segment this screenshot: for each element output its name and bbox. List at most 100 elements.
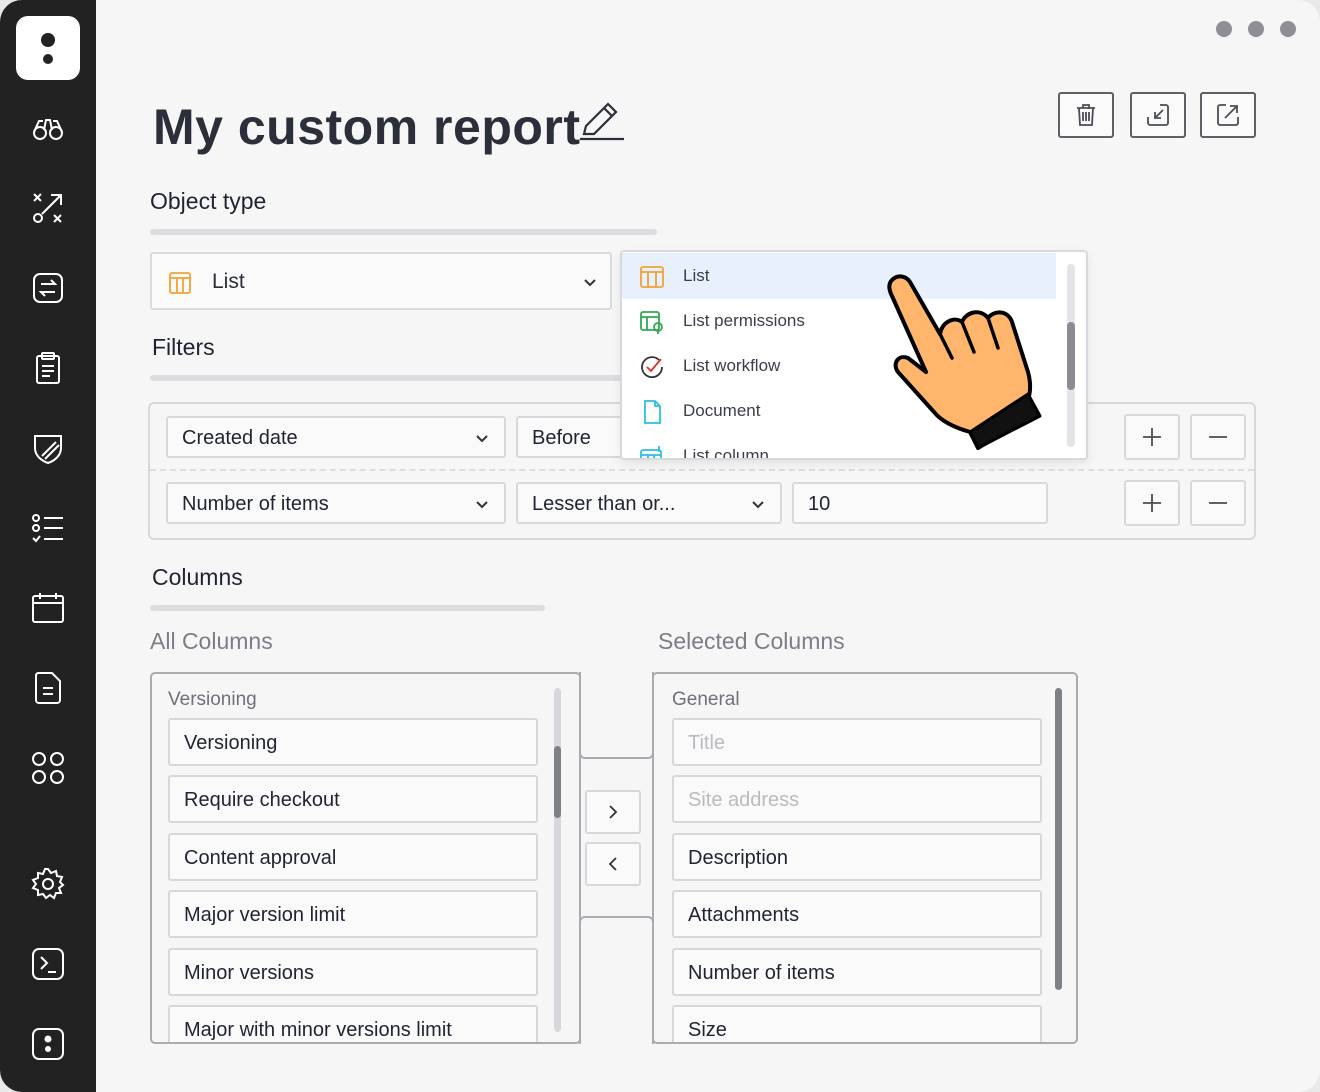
filter-divider (150, 469, 1254, 471)
section-underline (150, 229, 657, 235)
list-item-label: Versioning (184, 732, 278, 754)
document-icon (644, 400, 661, 424)
list-item-label: Major with minor versions limit (184, 1019, 452, 1041)
app-logo-icon[interactable] (28, 1024, 68, 1064)
apps-icon[interactable] (28, 748, 68, 788)
filter-operator-value: Lesser than or... (532, 493, 676, 515)
columns-label: Columns (152, 564, 243, 590)
filter-field-select[interactable]: Number of items (166, 482, 506, 524)
remove-filter-button[interactable] (1190, 414, 1246, 460)
object-type-select[interactable]: List (150, 252, 612, 310)
list-item-label: Require checkout (184, 789, 340, 811)
export-button[interactable] (1200, 92, 1256, 138)
document-icon[interactable] (28, 668, 68, 708)
transfer-icon[interactable] (28, 268, 68, 308)
list-item[interactable]: Major version limit (168, 890, 538, 938)
scrollbar[interactable] (554, 688, 561, 1032)
group-label: General (672, 689, 740, 710)
workflow-icon (641, 356, 663, 379)
list-item[interactable]: Size (672, 1005, 1042, 1042)
list-item-label: Number of items (688, 962, 835, 984)
list-item[interactable]: Versioning (168, 718, 538, 766)
window-controls[interactable] (1216, 21, 1296, 37)
export-icon (1217, 104, 1239, 126)
window-dot[interactable] (1248, 21, 1264, 37)
filter-field-select[interactable]: Created date (166, 416, 506, 458)
app-logo[interactable] (16, 16, 80, 80)
list-item[interactable]: Require checkout (168, 775, 538, 823)
filter-operator-select[interactable]: Lesser than or... (516, 482, 782, 524)
chevron-left-icon (608, 857, 617, 871)
remove-filter-button[interactable] (1190, 480, 1246, 526)
list-column-icon (640, 446, 662, 458)
list-item[interactable]: Title (672, 718, 1042, 766)
filter-field-value: Created date (182, 427, 298, 449)
plus-icon (1143, 428, 1161, 446)
section-underline (150, 605, 545, 611)
list-item-label: Title (688, 732, 726, 754)
trash-icon (1077, 104, 1095, 126)
sidebar (0, 0, 96, 1092)
list-item-label: Description (688, 847, 789, 869)
list-item-label: Size (688, 1019, 727, 1041)
delete-button[interactable] (1058, 92, 1114, 138)
chevron-down-icon (584, 279, 596, 287)
scroll-thumb[interactable] (1055, 688, 1062, 990)
minus-icon (1209, 502, 1227, 504)
list-item[interactable]: Site address (672, 775, 1042, 823)
chevron-down-icon (752, 501, 764, 509)
list-item[interactable]: Number of items (672, 948, 1042, 996)
calendar-icon[interactable] (28, 588, 68, 628)
filter-operator-select[interactable]: Before (516, 416, 636, 458)
scroll-thumb[interactable] (554, 746, 561, 818)
chevron-down-icon (476, 435, 488, 443)
list-item[interactable]: Description (672, 833, 1042, 881)
selected-columns-title: Selected Columns (658, 628, 845, 654)
settings-icon[interactable] (28, 864, 68, 904)
object-type-label: Object type (150, 188, 267, 214)
group-label: Versioning (168, 689, 257, 710)
window-dot[interactable] (1280, 21, 1296, 37)
pencil-edit-icon[interactable] (578, 102, 626, 142)
remove-column-button[interactable] (585, 842, 641, 886)
terminal-icon[interactable] (28, 944, 68, 984)
add-column-button[interactable] (585, 790, 641, 834)
filter-value-input[interactable]: 10 (792, 482, 1048, 524)
list-item-label: Content approval (184, 847, 337, 869)
dropdown-item-label: List workflow (683, 356, 781, 375)
object-type-value: List (212, 270, 245, 293)
strategy-icon[interactable] (28, 188, 68, 228)
dropdown-scroll-thumb[interactable] (1067, 322, 1075, 390)
dropdown-item-label: List (683, 266, 710, 285)
list-item-label: Major version limit (184, 904, 346, 926)
list-icon (640, 266, 664, 288)
page-title: My custom report (153, 99, 581, 155)
dropdown-item-label: List column (683, 446, 769, 460)
binoculars-icon[interactable] (28, 108, 68, 148)
list-icon (169, 272, 191, 294)
list-item[interactable]: Major with minor versions limit (168, 1005, 538, 1042)
add-filter-button[interactable] (1124, 414, 1180, 460)
filter-field-value: Number of items (182, 493, 329, 515)
plus-icon (1143, 494, 1161, 512)
section-underline (150, 375, 625, 381)
import-button[interactable] (1130, 92, 1186, 138)
panel-connector (579, 672, 654, 759)
list-item-label: Attachments (688, 904, 800, 926)
chevron-down-icon (476, 501, 488, 509)
shield-icon[interactable] (28, 428, 68, 468)
list-item[interactable]: Attachments (672, 890, 1042, 938)
list-item[interactable]: Content approval (168, 833, 538, 881)
dropdown-item-label: Document (683, 401, 761, 420)
selected-columns-panel: General Title Site address Description A… (652, 672, 1078, 1044)
checklist-icon[interactable] (28, 508, 68, 548)
all-columns-title: All Columns (150, 628, 273, 654)
panel-connector (579, 916, 654, 1044)
clipboard-icon[interactable] (28, 348, 68, 388)
window-dot[interactable] (1216, 21, 1232, 37)
list-item-label: Site address (688, 789, 800, 811)
filter-operator-value: Before (532, 427, 591, 449)
list-permissions-icon (640, 311, 663, 334)
list-item[interactable]: Minor versions (168, 948, 538, 996)
add-filter-button[interactable] (1124, 480, 1180, 526)
